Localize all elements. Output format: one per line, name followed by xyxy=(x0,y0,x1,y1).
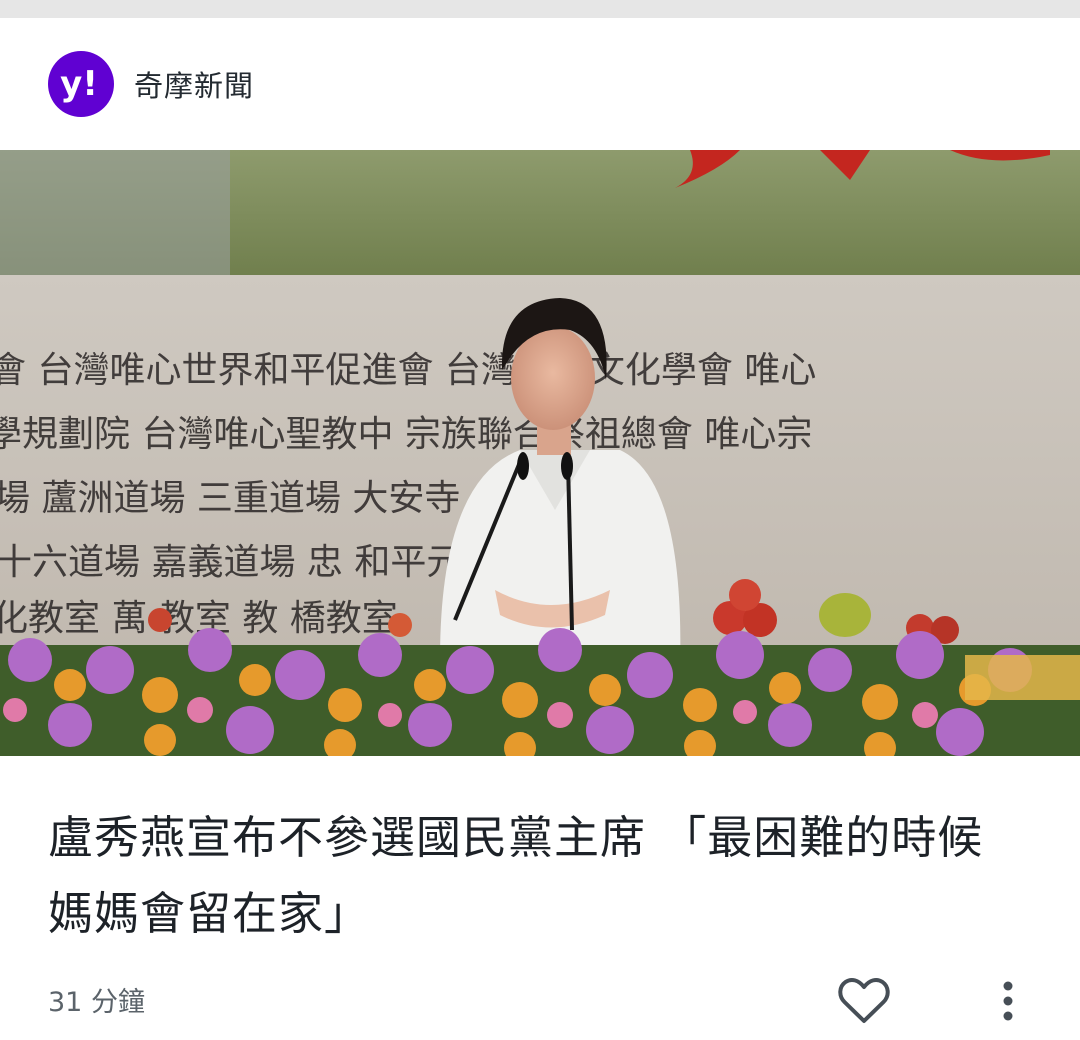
article-hero-image[interactable]: 會 台灣唯心世界和平促進會 台灣鬼谷文化學會 唯心 學規劃院 台灣唯心聖教中 宗… xyxy=(0,150,1080,756)
source-name[interactable]: 奇摩新聞 xyxy=(134,63,254,105)
news-card[interactable]: y! 奇摩新聞 會 台灣唯心世界和平促進會 台灣鬼谷文化學會 唯心 學規劃院 台… xyxy=(0,18,1080,1040)
like-button[interactable] xyxy=(834,974,894,1028)
more-options-button[interactable] xyxy=(986,973,1030,1029)
backdrop-text-line-1: 會 台灣唯心世界和平促進會 台灣鬼谷文化學會 唯心 xyxy=(0,350,816,391)
top-divider-strip xyxy=(0,0,1080,18)
article-headline[interactable]: 盧秀燕宣布不參選國民黨主席 「最困難的時候 媽媽會留在家」 xyxy=(48,800,1038,952)
hero-photo-illustration: 會 台灣唯心世界和平促進會 台灣鬼谷文化學會 唯心 學規劃院 台灣唯心聖教中 宗… xyxy=(0,150,1080,756)
heart-outline-icon xyxy=(838,977,890,1023)
flower-arrangement xyxy=(0,628,1080,756)
yahoo-logo-text: y! xyxy=(60,64,98,104)
banner-building xyxy=(0,150,230,280)
yahoo-logo-icon: y! xyxy=(48,51,114,117)
yahoo-logo-glyph: y! xyxy=(60,64,98,104)
source-row[interactable]: y! 奇摩新聞 xyxy=(48,51,254,117)
backdrop-text-line-2: 學規劃院 台灣唯心聖教中 宗族聯合祭祖總會 唯心宗 xyxy=(0,414,812,455)
article-timestamp: 31 分鐘 xyxy=(48,987,145,1018)
vertical-dots-icon xyxy=(1003,981,1013,1021)
